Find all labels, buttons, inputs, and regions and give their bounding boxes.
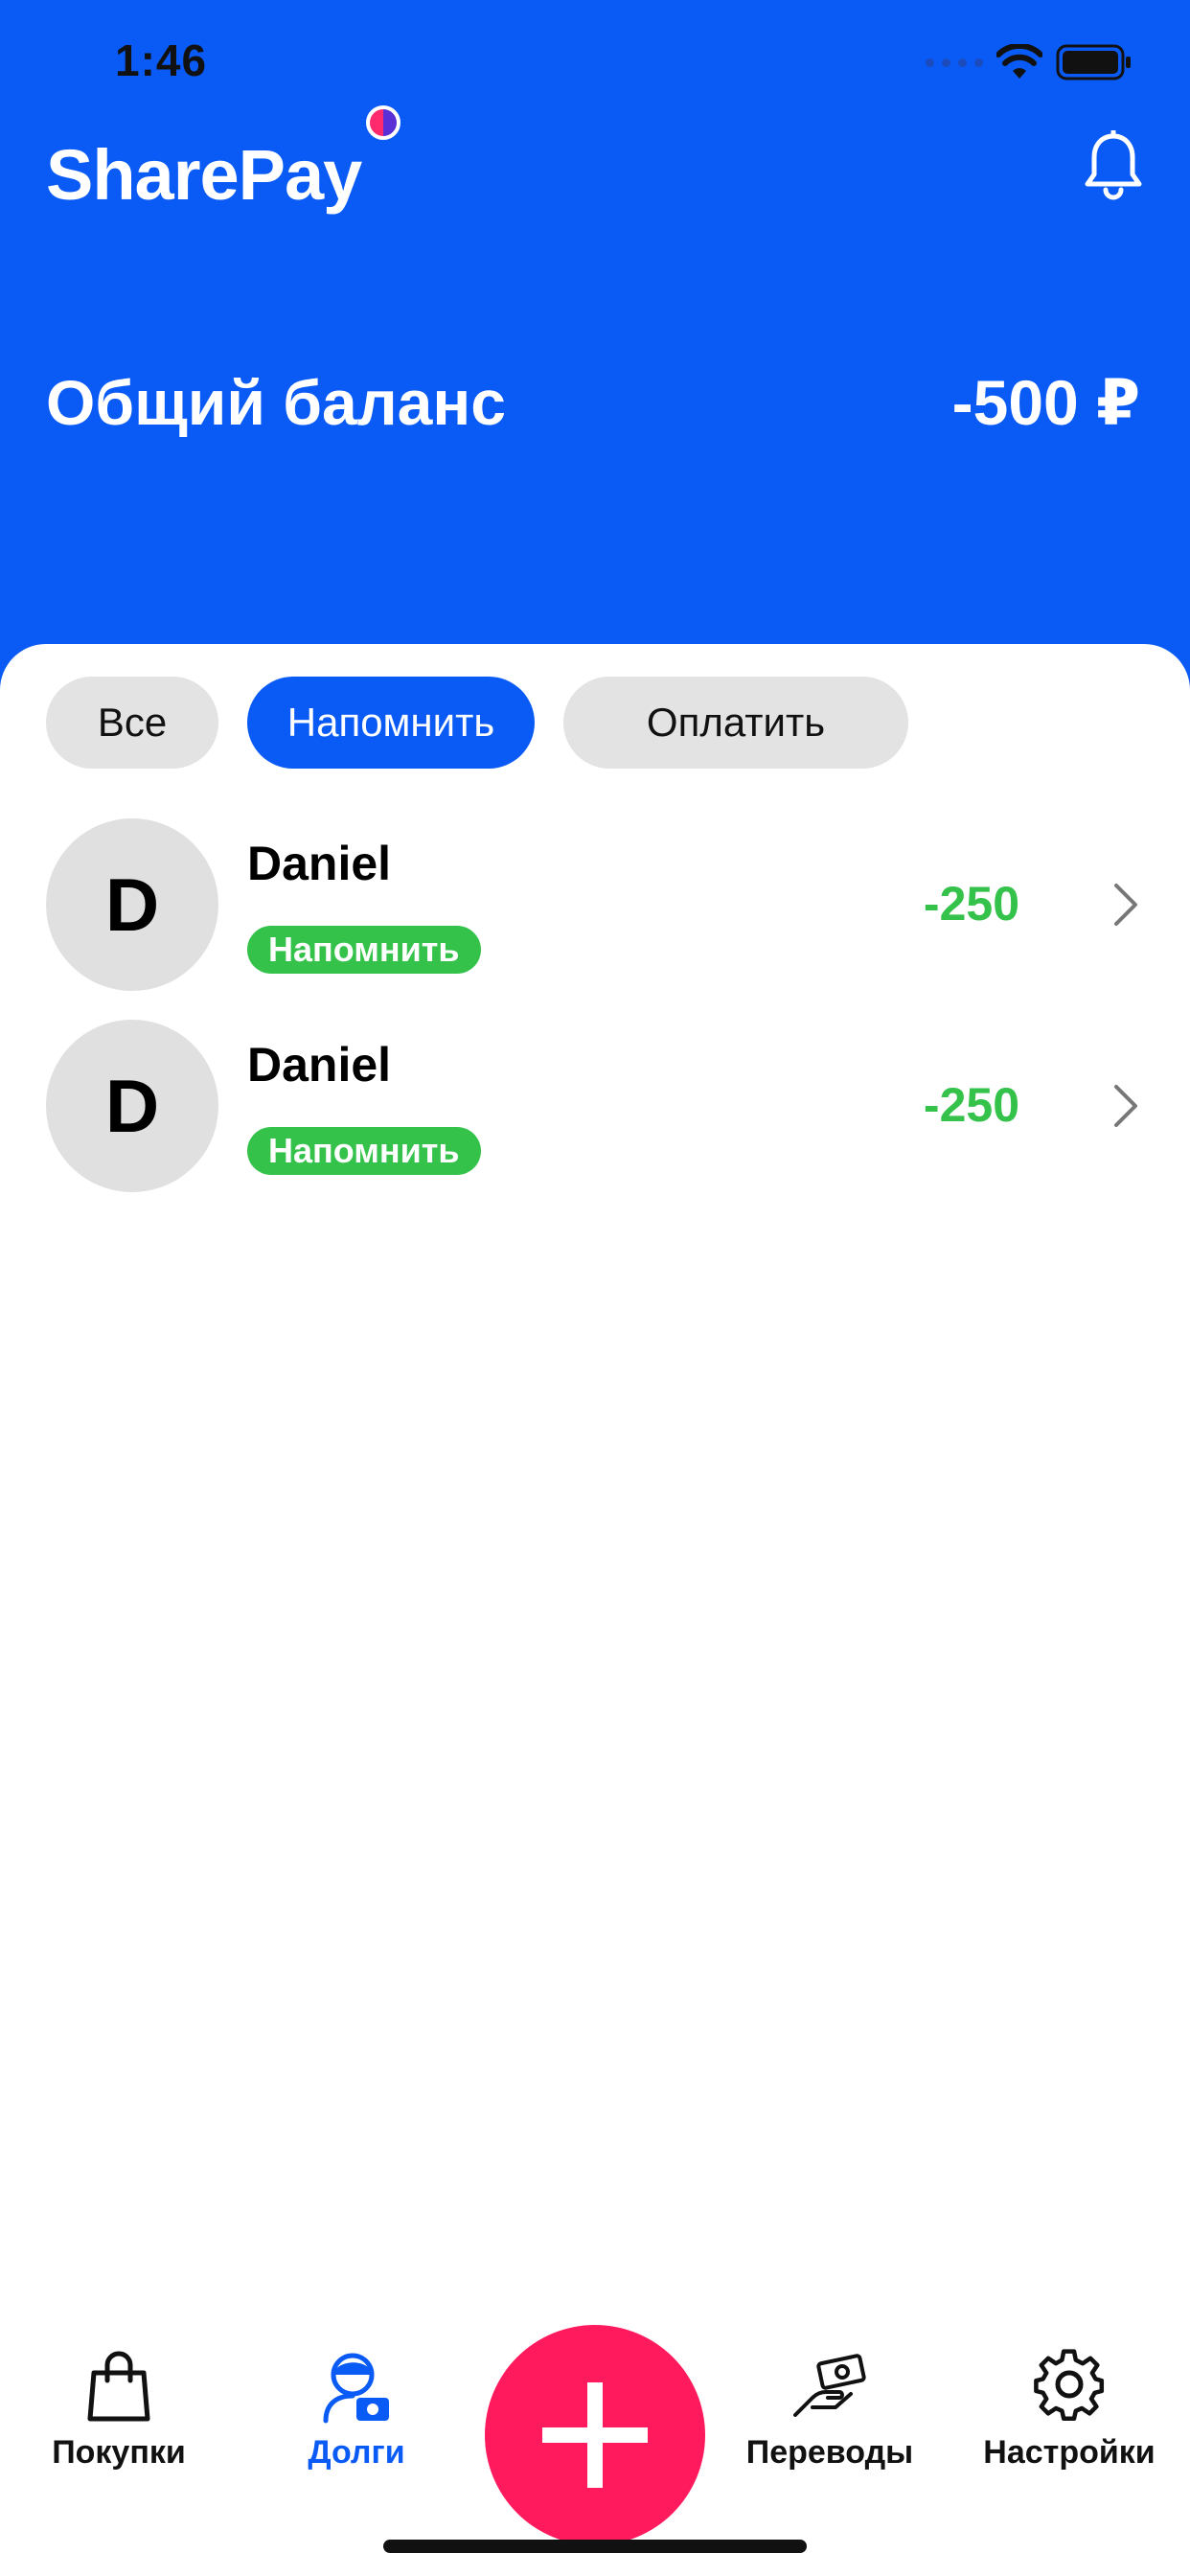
filter-chip-all[interactable]: Все	[46, 677, 218, 769]
tab-label: Покупки	[52, 2434, 186, 2471]
cellular-signal-icon	[926, 58, 983, 67]
transfer-hand-icon	[793, 2354, 866, 2417]
chevron-right-icon	[1114, 884, 1137, 926]
tab-settings[interactable]: Настройки	[964, 2348, 1175, 2511]
filter-chip-remind[interactable]: Напомнить	[247, 677, 535, 769]
status-time: 1:46	[115, 35, 208, 85]
debt-amount: -250	[923, 1078, 1019, 1132]
shopping-bag-icon	[87, 2351, 150, 2422]
remind-badge[interactable]: Напомнить	[247, 926, 481, 974]
logo-dot-icon	[366, 105, 400, 140]
gear-icon	[1034, 2349, 1105, 2422]
avatar: D	[46, 1020, 218, 1192]
tab-label: Настройки	[983, 2434, 1156, 2471]
balance-value: -500 ₽	[951, 367, 1140, 438]
plus-icon	[542, 2382, 648, 2488]
status-indicators	[926, 40, 1133, 84]
tab-debts[interactable]: Долги	[251, 2348, 462, 2511]
tab-label: Переводы	[745, 2434, 914, 2471]
tab-purchases[interactable]: Покупки	[13, 2348, 224, 2511]
filter-chips: Все Напомнить Оплатить	[46, 677, 908, 769]
debts-person-icon	[323, 2353, 389, 2424]
battery-icon	[1056, 44, 1131, 80]
debt-amount: -250	[923, 877, 1019, 931]
avatar: D	[46, 818, 218, 991]
header	[0, 0, 1190, 690]
debt-name: Daniel	[247, 1038, 392, 1092]
debt-row[interactable]: D Daniel Напомнить -250	[46, 818, 1144, 991]
balance-label: Общий баланс	[46, 367, 506, 438]
remind-badge[interactable]: Напомнить	[247, 1127, 481, 1175]
filter-chip-pay[interactable]: Оплатить	[563, 677, 908, 769]
tab-label: Долги	[308, 2434, 405, 2471]
chevron-right-icon	[1114, 1085, 1137, 1127]
wifi-icon	[996, 44, 1042, 79]
home-indicator	[383, 2540, 807, 2553]
tab-transfers[interactable]: Переводы	[724, 2348, 935, 2511]
add-button[interactable]	[485, 2325, 705, 2545]
app-logo: SharePay	[46, 135, 362, 215]
debt-name: Daniel	[247, 837, 392, 890]
debt-row[interactable]: D Daniel Напомнить -250	[46, 1020, 1144, 1192]
bell-icon[interactable]	[1083, 130, 1144, 201]
